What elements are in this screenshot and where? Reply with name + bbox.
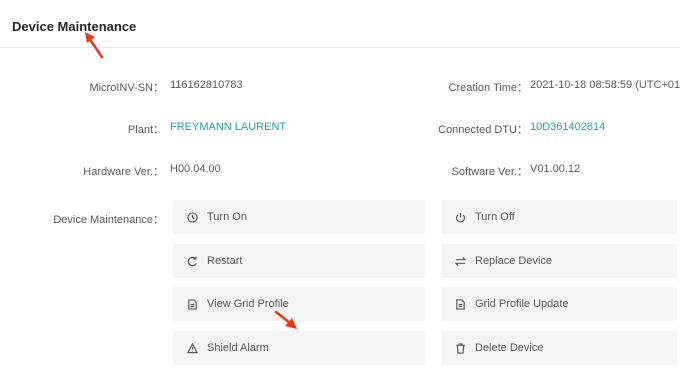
page-header: Device Maintenance [0,0,680,48]
hardware-value: H00.04.00 [170,163,221,175]
connected-dtu-label: Connected DTU： [438,124,528,136]
connected-dtu-link[interactable]: 10D361402814 [530,121,605,133]
restart-button[interactable]: Restart [173,244,425,278]
replace-device-label: Replace Device [475,255,553,267]
shield-alarm-button[interactable]: Shield Alarm [173,331,425,365]
creation-time-value: 2021-10-18 08:58:59 (UTC+01) [530,79,680,91]
turn-off-label: Turn Off [475,211,515,223]
view-grid-profile-button[interactable]: View Grid Profile [173,287,425,321]
plant-label: Plant： [127,124,164,136]
delete-device-label: Delete Device [475,342,544,354]
warning-icon [186,342,198,354]
shield-alarm-label: Shield Alarm [207,342,269,354]
restart-icon [186,255,198,267]
page-title: Device Maintenance [12,19,137,34]
maintenance-label: Device Maintenance： [53,214,164,226]
software-label: Software Ver.： [451,166,528,178]
restart-label: Restart [207,255,243,267]
trash-icon [454,342,466,354]
power-icon [454,211,466,223]
swap-icon [454,255,466,267]
document-icon [186,298,198,310]
plant-link[interactable]: FREYMANN LAURENT [170,121,286,133]
sn-value: 116162810783 [170,79,243,91]
grid-profile-update-button[interactable]: Grid Profile Update [441,287,677,321]
document-icon [454,298,466,310]
grid-profile-update-label: Grid Profile Update [475,298,569,310]
turn-off-button[interactable]: Turn Off [441,200,677,234]
delete-device-button[interactable]: Delete Device [441,331,677,365]
turn-on-label: Turn On [207,211,247,223]
hardware-label: Hardware Ver.： [83,166,164,178]
clock-icon [186,211,198,223]
software-value: V01.00.12 [530,163,581,175]
sn-label: MicroINV-SN： [89,82,164,94]
replace-device-button[interactable]: Replace Device [441,244,677,278]
creation-time-label: Creation Time： [448,82,528,94]
view-grid-profile-label: View Grid Profile [207,298,289,310]
turn-on-button[interactable]: Turn On [173,200,425,234]
